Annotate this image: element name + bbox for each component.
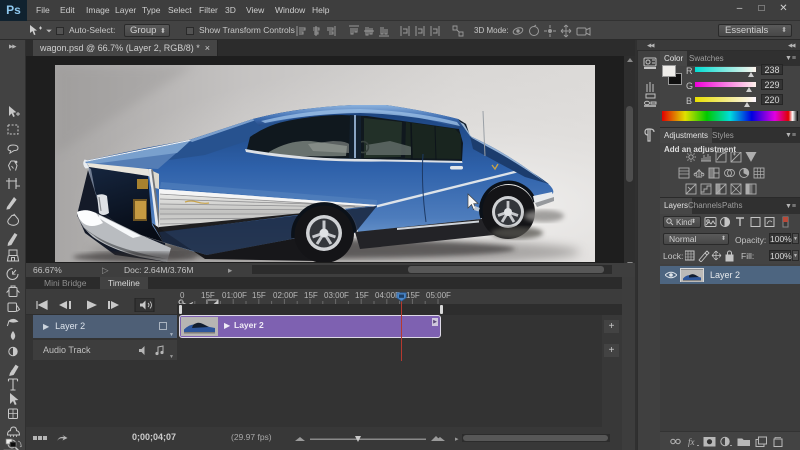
svg-text:fx: fx (688, 437, 695, 447)
